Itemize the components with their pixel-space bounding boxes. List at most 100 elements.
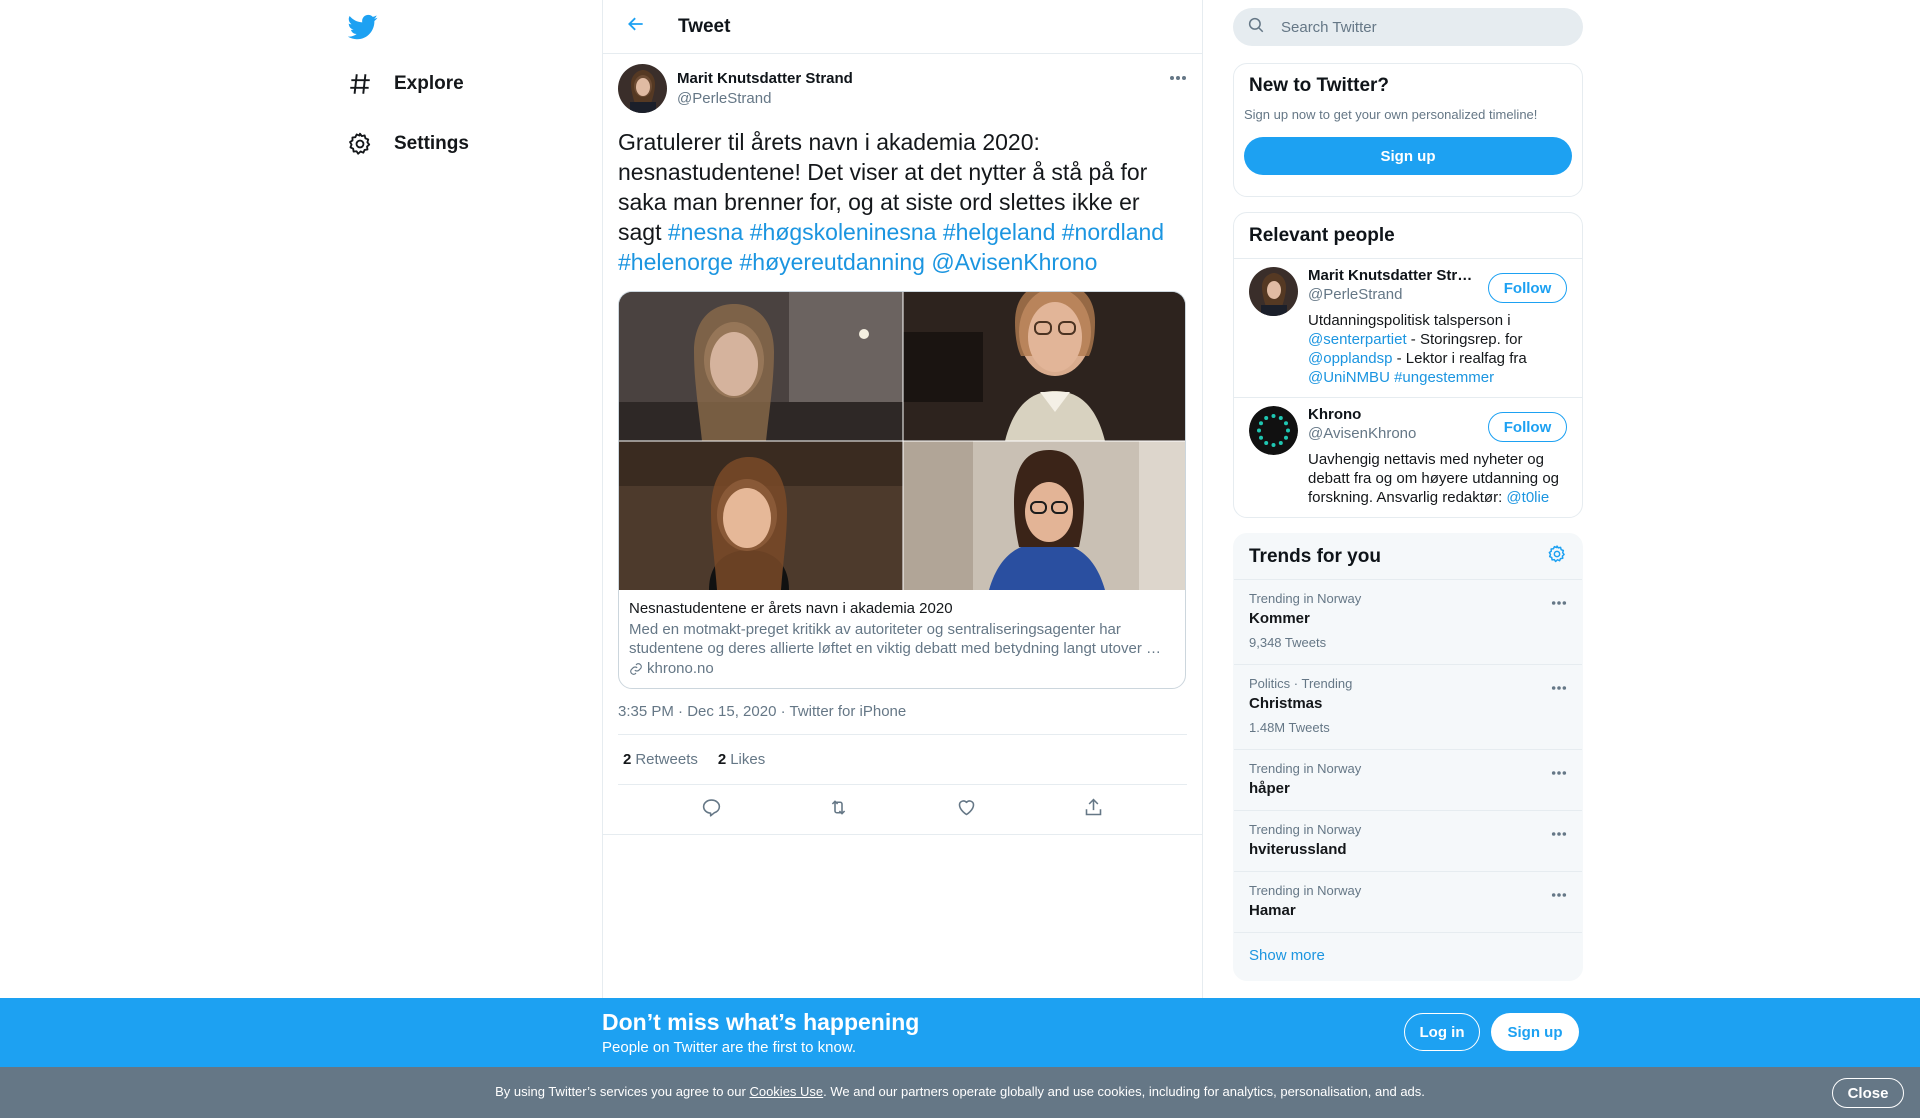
gear-icon[interactable] xyxy=(1547,544,1567,569)
person-info: Khrono @AvisenKhrono Uavhengig nettavis … xyxy=(1308,406,1559,507)
trend-item[interactable]: Trending in Norway Kommer 9,348 Tweets xyxy=(1234,580,1582,665)
more-options-icon[interactable] xyxy=(1551,593,1567,611)
trend-item[interactable]: Trending in Norway håper xyxy=(1234,750,1582,811)
mention-link[interactable]: @AvisenKhrono xyxy=(931,249,1097,275)
bio-text: Utdanningspolitisk talsperson i xyxy=(1308,312,1511,329)
login-button[interactable]: Log in xyxy=(1404,1013,1480,1051)
retweets-label: Retweets xyxy=(635,751,698,768)
author-handle[interactable]: @PerleStrand xyxy=(677,90,853,107)
new-to-twitter-title: New to Twitter? xyxy=(1249,75,1390,96)
trend-item[interactable]: Trending in Norway Hamar xyxy=(1234,872,1582,933)
search-input[interactable] xyxy=(1281,18,1561,36)
follow-button[interactable]: Follow xyxy=(1488,273,1567,303)
card-image xyxy=(619,292,1185,590)
signup-banner: Don’t miss what’s happening People on Tw… xyxy=(0,998,1920,1067)
cookie-notice: By using Twitter’s services you agree to… xyxy=(0,1067,1920,1118)
trend-item[interactable]: Politics · Trending Christmas 1.48M Twee… xyxy=(1234,665,1582,750)
more-options-icon[interactable] xyxy=(1551,678,1567,696)
trend-item[interactable]: Trending in Norway hviterussland xyxy=(1234,811,1582,872)
meta-separator: · xyxy=(776,703,790,720)
cookie-text-end: . We and our partners operate globally a… xyxy=(823,1084,1425,1099)
relevant-people-panel: Relevant people Marit Knutsdatter Strand… xyxy=(1233,212,1583,518)
retweet-icon xyxy=(827,797,850,823)
arrow-left-icon xyxy=(626,14,646,39)
retweets-stat[interactable]: 2 Retweets xyxy=(623,751,698,768)
avatar[interactable] xyxy=(618,63,667,113)
likes-stat[interactable]: 2 Likes xyxy=(718,751,765,768)
relevant-people-title: Relevant people xyxy=(1234,213,1582,259)
main-column: Tweet Marit Knutsdatter Strand @PerleStr… xyxy=(602,0,1203,998)
new-to-twitter-panel: New to Twitter? Sign up now to get your … xyxy=(1233,63,1583,197)
link-card[interactable]: Nesnastudentene er årets navn i akademia… xyxy=(618,291,1186,689)
trends-title: Trends for you xyxy=(1249,545,1381,567)
sidebar-signup-button[interactable]: Sign up xyxy=(1244,137,1572,175)
more-options-icon[interactable] xyxy=(1551,824,1567,842)
cookie-close-button[interactable]: Close xyxy=(1832,1078,1904,1108)
trend-context: Politics · Trending xyxy=(1249,676,1353,691)
follow-button[interactable]: Follow xyxy=(1488,412,1567,442)
trend-count: 1.48M Tweets xyxy=(1249,720,1330,735)
author-name[interactable]: Marit Knutsdatter Strand xyxy=(677,70,853,87)
hashtag-link[interactable]: #helenorge xyxy=(618,249,733,275)
trend-context: Trending in Norway xyxy=(1249,883,1362,898)
bio-link[interactable]: @opplandsp xyxy=(1308,350,1392,367)
more-options-icon[interactable] xyxy=(1551,885,1567,903)
nav-explore-label: Explore xyxy=(394,73,464,94)
trends-header: Trends for you xyxy=(1234,534,1582,580)
tweet-source[interactable]: Twitter for iPhone xyxy=(790,703,907,720)
card-description: Med en motmakt-preget kritikk av autorit… xyxy=(629,621,1161,657)
trend-name: Kommer xyxy=(1249,610,1310,627)
person-card[interactable]: Marit Knutsdatter Strand @PerleStrand Ut… xyxy=(1234,259,1582,398)
person-card[interactable]: Khrono @AvisenKhrono Uavhengig nettavis … xyxy=(1234,398,1582,517)
tweet-meta: 3:35 PM · Dec 15, 2020 · Twitter for iPh… xyxy=(618,703,1187,735)
hashtag-link[interactable]: #helgeland xyxy=(943,219,1056,245)
avatar[interactable] xyxy=(1249,267,1298,316)
cookies-use-link[interactable]: Cookies Use xyxy=(749,1084,823,1099)
search-icon xyxy=(1247,16,1267,39)
share-icon xyxy=(1083,797,1104,823)
retweet-button[interactable] xyxy=(821,792,857,828)
twitter-bird-icon[interactable] xyxy=(347,12,378,42)
show-more-link[interactable]: Show more xyxy=(1234,933,1582,978)
bio-link[interactable]: #ungestemmer xyxy=(1394,369,1494,386)
bio-link[interactable]: @senterpartiet xyxy=(1308,331,1407,348)
person-name[interactable]: Khrono xyxy=(1308,406,1478,423)
nav-settings-label: Settings xyxy=(394,133,469,154)
person-bio: Uavhengig nettavis med nyheter og debatt… xyxy=(1308,450,1568,507)
trend-name: håper xyxy=(1249,780,1290,797)
more-options-icon[interactable] xyxy=(1551,763,1567,781)
bio-link[interactable]: @t0lie xyxy=(1506,489,1549,506)
bio-link[interactable]: @UniNMBU xyxy=(1308,369,1390,386)
page-title: Tweet xyxy=(678,15,731,37)
hashtag-link[interactable]: #nordland xyxy=(1062,219,1164,245)
trend-context: Trending in Norway xyxy=(1249,591,1362,606)
new-to-twitter-subtitle: Sign up now to get your own personalized… xyxy=(1244,107,1538,122)
hashtag-link[interactable]: #nesna xyxy=(668,219,743,245)
trend-context: Trending in Norway xyxy=(1249,822,1362,837)
signup-button[interactable]: Sign up xyxy=(1491,1013,1579,1051)
card-body: Nesnastudentene er årets navn i akademia… xyxy=(619,590,1185,688)
person-handle[interactable]: @AvisenKhrono xyxy=(1308,425,1478,442)
trend-context: Trending in Norway xyxy=(1249,761,1362,776)
reply-button[interactable] xyxy=(694,792,730,828)
heart-icon xyxy=(956,797,977,823)
nav-settings[interactable]: Settings xyxy=(340,120,469,168)
tweet-author[interactable]: Marit Knutsdatter Strand @PerleStrand xyxy=(618,63,1187,113)
like-button[interactable] xyxy=(948,792,984,828)
person-info: Marit Knutsdatter Strand @PerleStrand Ut… xyxy=(1308,267,1527,387)
khrono-logo-icon[interactable] xyxy=(1249,406,1298,455)
person-name[interactable]: Marit Knutsdatter Strand xyxy=(1308,267,1478,284)
search-box[interactable] xyxy=(1233,8,1583,46)
person-handle[interactable]: @PerleStrand xyxy=(1308,286,1478,303)
banner-subtitle: People on Twitter are the first to know. xyxy=(602,1039,857,1056)
hashtag-link[interactable]: #høyereutdanning xyxy=(740,249,925,275)
nav-explore[interactable]: Explore xyxy=(340,60,464,108)
more-options-icon[interactable] xyxy=(1169,68,1187,86)
share-button[interactable] xyxy=(1075,792,1111,828)
card-title: Nesnastudentene er årets navn i akademia… xyxy=(629,600,953,617)
tweet-timestamp[interactable]: 3:35 PM · Dec 15, 2020 xyxy=(618,703,776,720)
cookie-text: By using Twitter’s services you agree to… xyxy=(0,1084,1920,1099)
hashtag-link[interactable]: #høgskoleninesna xyxy=(750,219,937,245)
cookie-text-start: By using Twitter’s services you agree to… xyxy=(495,1084,750,1099)
back-button[interactable] xyxy=(618,9,654,45)
